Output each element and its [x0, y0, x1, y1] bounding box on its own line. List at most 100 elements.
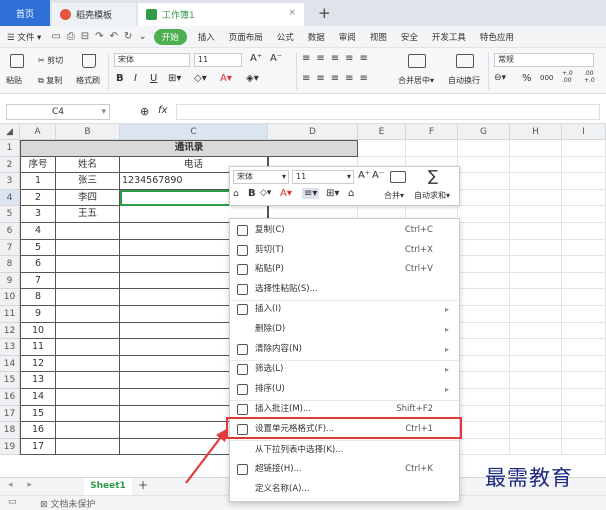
mini-merge-button[interactable]: 合并▾: [384, 190, 404, 201]
table-cell[interactable]: 5: [20, 239, 56, 257]
table-cell[interactable]: 2: [20, 189, 56, 207]
cell[interactable]: [458, 372, 510, 389]
column-header[interactable]: B: [56, 124, 120, 140]
cell[interactable]: [562, 239, 606, 257]
cell[interactable]: [562, 189, 606, 207]
decrease-decimal-button[interactable]: .00 +.0: [584, 70, 602, 84]
context-menu-item[interactable]: 插入(I) ▸: [230, 300, 459, 319]
cell[interactable]: [510, 289, 562, 306]
comment-status-icon[interactable]: ▭: [8, 497, 17, 507]
cell[interactable]: [458, 289, 510, 306]
cell[interactable]: [562, 372, 606, 389]
row-header[interactable]: 4: [0, 189, 20, 207]
table-cell[interactable]: [56, 389, 120, 406]
menu-item[interactable]: 开发工具: [425, 31, 473, 43]
table-cell[interactable]: 6: [20, 256, 56, 273]
font-size-select[interactable]: 11: [194, 53, 242, 67]
format-painter-label[interactable]: 格式刷: [76, 75, 100, 86]
column-header[interactable]: G: [458, 124, 510, 140]
fx-button[interactable]: fx: [158, 105, 167, 116]
close-icon[interactable]: ×: [288, 8, 296, 18]
font-grow-button[interactable]: A⁺: [250, 53, 262, 64]
context-menu-item[interactable]: 粘贴(P) Ctrl+V: [230, 260, 459, 279]
cell[interactable]: [562, 223, 606, 240]
mini-eraser-icon[interactable]: ⌂: [348, 188, 354, 199]
name-box[interactable]: C4 ▾: [6, 104, 110, 120]
context-menu-item[interactable]: 排序(U) ▸: [230, 380, 459, 399]
row-header[interactable]: 8: [0, 256, 20, 273]
table-header-cell[interactable]: 姓名: [56, 156, 120, 174]
currency-icon[interactable]: ⊖▾: [494, 73, 506, 83]
sigma-icon[interactable]: ∑: [428, 167, 438, 185]
cell[interactable]: [458, 256, 510, 273]
cell[interactable]: [510, 389, 562, 406]
menu-item[interactable]: 插入: [191, 31, 222, 43]
table-cell[interactable]: 8: [20, 289, 56, 306]
cell[interactable]: [562, 355, 606, 373]
cell[interactable]: [510, 372, 562, 389]
paste-icon[interactable]: [10, 54, 24, 68]
table-cell[interactable]: 1: [20, 173, 56, 190]
context-menu-item[interactable]: 剪切(T) Ctrl+X: [230, 241, 459, 260]
row-header[interactable]: 19: [0, 438, 20, 456]
table-cell[interactable]: 16: [20, 422, 56, 439]
context-menu-item[interactable]: 复制(C) Ctrl+C: [230, 221, 459, 240]
row-header[interactable]: 3: [0, 173, 20, 190]
undo-icon[interactable]: ↶: [110, 31, 118, 42]
table-title[interactable]: 通讯录: [20, 140, 358, 157]
row-header[interactable]: 13: [0, 339, 20, 356]
cell[interactable]: [458, 389, 510, 406]
cell[interactable]: [458, 156, 510, 174]
row-header[interactable]: 12: [0, 322, 20, 340]
column-header[interactable]: H: [510, 124, 562, 140]
table-cell[interactable]: [56, 272, 120, 290]
cell[interactable]: [510, 189, 562, 207]
column-header[interactable]: I: [562, 124, 606, 140]
row-header[interactable]: 18: [0, 422, 20, 439]
table-cell[interactable]: [56, 239, 120, 257]
table-cell[interactable]: [56, 372, 120, 389]
doc-protect-status[interactable]: ⊠ 文档未保护: [40, 497, 95, 510]
cell[interactable]: [510, 339, 562, 356]
cell[interactable]: [458, 422, 510, 439]
menu-item[interactable]: 页面布局: [222, 31, 270, 43]
table-cell[interactable]: 3: [20, 206, 56, 223]
mini-font-grow-button[interactable]: A⁺: [358, 170, 370, 181]
menu-item[interactable]: 数据: [301, 31, 332, 43]
new-tab-button[interactable]: +: [318, 4, 331, 22]
table-cell[interactable]: 17: [20, 438, 56, 456]
cell[interactable]: [510, 272, 562, 290]
tab-template[interactable]: 稻壳模板: [52, 3, 136, 26]
table-cell[interactable]: 王五: [56, 206, 120, 223]
table-cell[interactable]: 10: [20, 322, 56, 340]
cell[interactable]: [562, 140, 606, 157]
wrap-text-button[interactable]: 自动换行: [448, 75, 480, 86]
row-header[interactable]: 7: [0, 239, 20, 257]
cell[interactable]: [510, 156, 562, 174]
context-menu-item[interactable]: 筛选(L) ▸: [230, 360, 459, 379]
row-header[interactable]: 14: [0, 355, 20, 373]
cell[interactable]: [510, 173, 562, 190]
table-cell[interactable]: 7: [20, 272, 56, 290]
increase-decimal-button[interactable]: +.0 .00: [562, 70, 580, 84]
column-header[interactable]: E: [358, 124, 406, 140]
mini-font-select[interactable]: 宋体 ▾: [233, 170, 289, 184]
menu-file[interactable]: ☰ 文件 ▾: [0, 31, 48, 43]
font-shrink-button[interactable]: A⁻: [270, 53, 282, 64]
column-header[interactable]: A: [20, 124, 56, 140]
table-cell[interactable]: 9: [20, 306, 56, 323]
mini-font-color-icon[interactable]: A▾: [280, 188, 292, 199]
row-header[interactable]: 9: [0, 272, 20, 290]
sheet-nav-icons[interactable]: ◂ ▸: [8, 480, 38, 490]
table-cell[interactable]: 11: [20, 339, 56, 356]
cell[interactable]: [458, 189, 510, 207]
cell[interactable]: [562, 173, 606, 190]
customize-icon[interactable]: ⌄: [138, 31, 146, 42]
cell[interactable]: [458, 173, 510, 190]
column-header[interactable]: D: [268, 124, 358, 140]
cell[interactable]: [458, 355, 510, 373]
table-cell[interactable]: [56, 339, 120, 356]
merge-center-icon[interactable]: [408, 54, 426, 68]
cell[interactable]: [458, 206, 510, 223]
row-header[interactable]: 1: [0, 140, 20, 157]
